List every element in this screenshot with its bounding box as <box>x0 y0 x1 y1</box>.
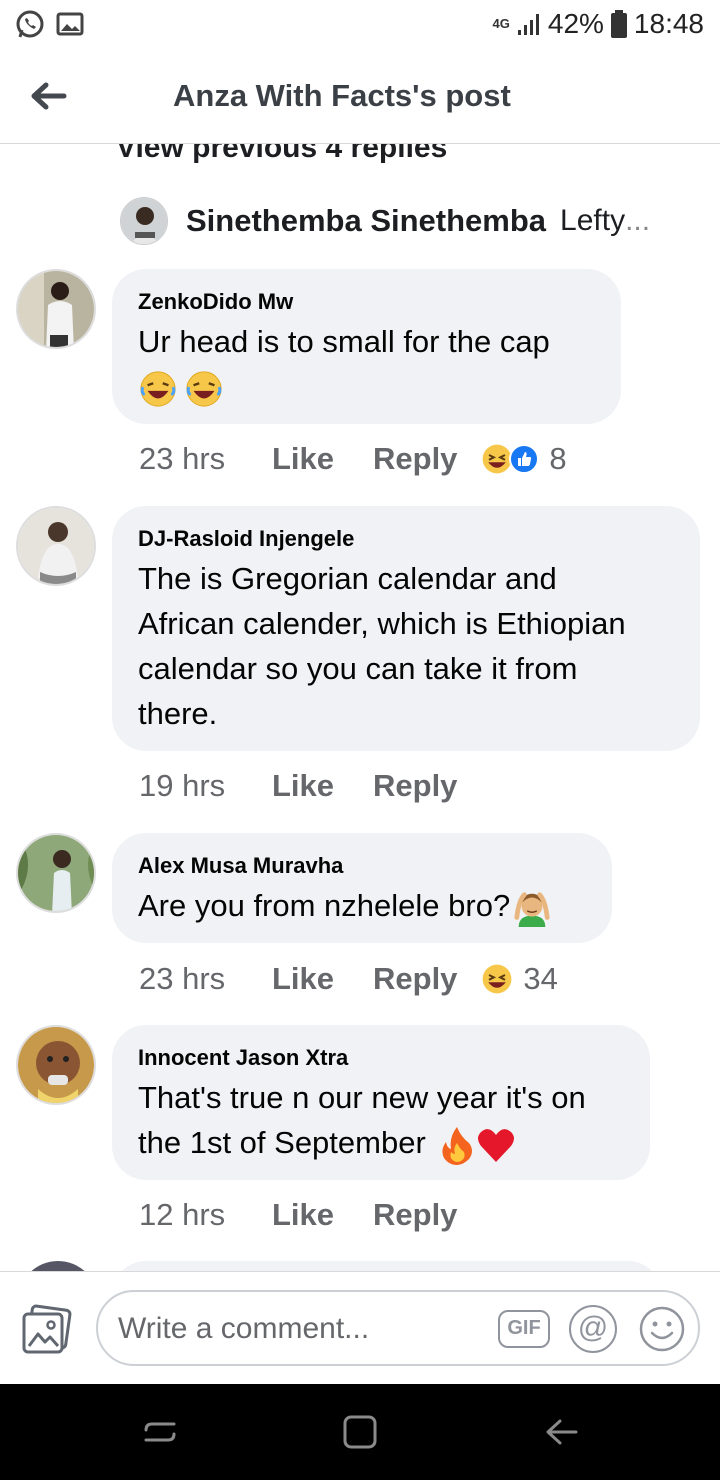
reply-button[interactable]: Reply <box>373 961 457 997</box>
like-button[interactable]: Like <box>272 961 373 997</box>
comment-author[interactable]: Innocent Jason Xtra <box>138 1045 624 1071</box>
avatar[interactable] <box>120 197 168 245</box>
reactions-summary[interactable]: 8 <box>481 441 567 477</box>
like-button[interactable]: Like <box>272 768 373 804</box>
reply-preview[interactable]: Sinethemba Sinethemba Lefty ... <box>120 197 650 245</box>
comments-feed[interactable]: View previous 4 replies Sinethemba Sinet… <box>0 144 720 1271</box>
comment-bubble[interactable] <box>112 1261 662 1271</box>
comment-time[interactable]: 12 hrs <box>139 1197 272 1233</box>
comment-actions: 23 hrs Like Reply 8 <box>139 441 567 477</box>
comment-text: The is Gregorian calendar and African ca… <box>138 561 626 731</box>
page-title: Anza With Facts's post <box>173 78 511 113</box>
comment-placeholder: Write a comment... <box>118 1312 370 1345</box>
like-button[interactable]: Like <box>272 441 373 477</box>
comment-text: Are you from nzhelele bro? <box>138 883 586 928</box>
comment-author[interactable]: ZenkoDido Mw <box>138 289 595 315</box>
fire-emoji-icon <box>442 1126 473 1165</box>
home-icon[interactable] <box>340 1412 380 1452</box>
app-header: Anza With Facts's post <box>0 50 720 144</box>
avatar[interactable] <box>16 269 96 349</box>
reply-snippet: Lefty <box>560 204 626 237</box>
comment-author[interactable]: Alex Musa Muravha <box>138 853 586 879</box>
comment-actions: 19 hrs Like Reply <box>139 768 457 804</box>
heart-emoji-icon <box>478 1128 515 1162</box>
reply-button[interactable]: Reply <box>373 441 457 477</box>
comment-text: That's true n our new year it's on the 1… <box>138 1075 624 1165</box>
view-previous-replies-link[interactable]: View previous 4 replies <box>116 144 447 165</box>
comment-actions: 23 hrs Like Reply 34 <box>139 961 558 997</box>
reply-author-name[interactable]: Sinethemba Sinethemba <box>186 203 546 239</box>
photo-icon[interactable] <box>20 1304 72 1356</box>
network-type: 4G <box>492 16 510 31</box>
avatar[interactable] <box>16 506 96 586</box>
comment-time[interactable]: 23 hrs <box>139 961 272 997</box>
haha-emoji-icon <box>186 371 222 407</box>
like-reaction-icon <box>509 444 540 474</box>
status-bar: 4G 42% 18:48 <box>0 0 720 50</box>
battery-icon <box>610 10 627 38</box>
comment-bubble[interactable]: ZenkoDido Mw Ur head is to small for the… <box>112 269 621 424</box>
reaction-count: 34 <box>523 961 558 996</box>
whatsapp-icon <box>16 10 44 38</box>
like-button[interactable]: Like <box>272 1197 373 1233</box>
nav-back-icon[interactable] <box>542 1412 582 1452</box>
face-palm-emoji-icon <box>514 892 550 927</box>
comment-time[interactable]: 23 hrs <box>139 441 272 477</box>
at-icon[interactable]: @ <box>569 1305 617 1353</box>
comment-composer: Write a comment... GIF @ <box>0 1271 720 1384</box>
avatar[interactable] <box>16 833 96 913</box>
haha-emoji-icon <box>483 964 512 994</box>
signal-icon <box>517 14 539 35</box>
comment-author[interactable]: DJ-Rasloid Injengele <box>138 526 674 552</box>
comment-input[interactable]: Write a comment... GIF @ <box>96 1290 700 1366</box>
reactions-summary[interactable]: 34 <box>481 961 558 997</box>
battery-percent: 42% <box>547 8 604 39</box>
gallery-icon <box>56 12 84 36</box>
comment-bubble[interactable]: Innocent Jason Xtra That's true n our ne… <box>112 1025 650 1180</box>
clock: 18:48 <box>633 8 704 39</box>
gif-icon[interactable]: GIF <box>498 1310 550 1348</box>
back-arrow-icon[interactable] <box>24 72 72 120</box>
reply-ellipsis: ... <box>625 204 651 237</box>
reply-button[interactable]: Reply <box>373 768 457 804</box>
haha-emoji-icon <box>140 371 176 407</box>
comment-time[interactable]: 19 hrs <box>139 768 272 804</box>
avatar[interactable] <box>18 1261 98 1271</box>
reply-button[interactable]: Reply <box>373 1197 457 1233</box>
comment-actions: 12 hrs Like Reply <box>139 1197 457 1233</box>
comment-bubble[interactable]: Alex Musa Muravha Are you from nzhelele … <box>112 833 612 943</box>
recents-icon[interactable] <box>140 1412 180 1452</box>
avatar[interactable] <box>16 1025 96 1105</box>
comment-text: Ur head is to small for the cap <box>138 319 595 409</box>
comment-bubble[interactable]: DJ-Rasloid Injengele The is Gregorian ca… <box>112 506 700 751</box>
smiley-icon[interactable] <box>638 1305 686 1353</box>
system-nav-bar <box>0 1384 720 1480</box>
reaction-count: 8 <box>549 441 567 476</box>
